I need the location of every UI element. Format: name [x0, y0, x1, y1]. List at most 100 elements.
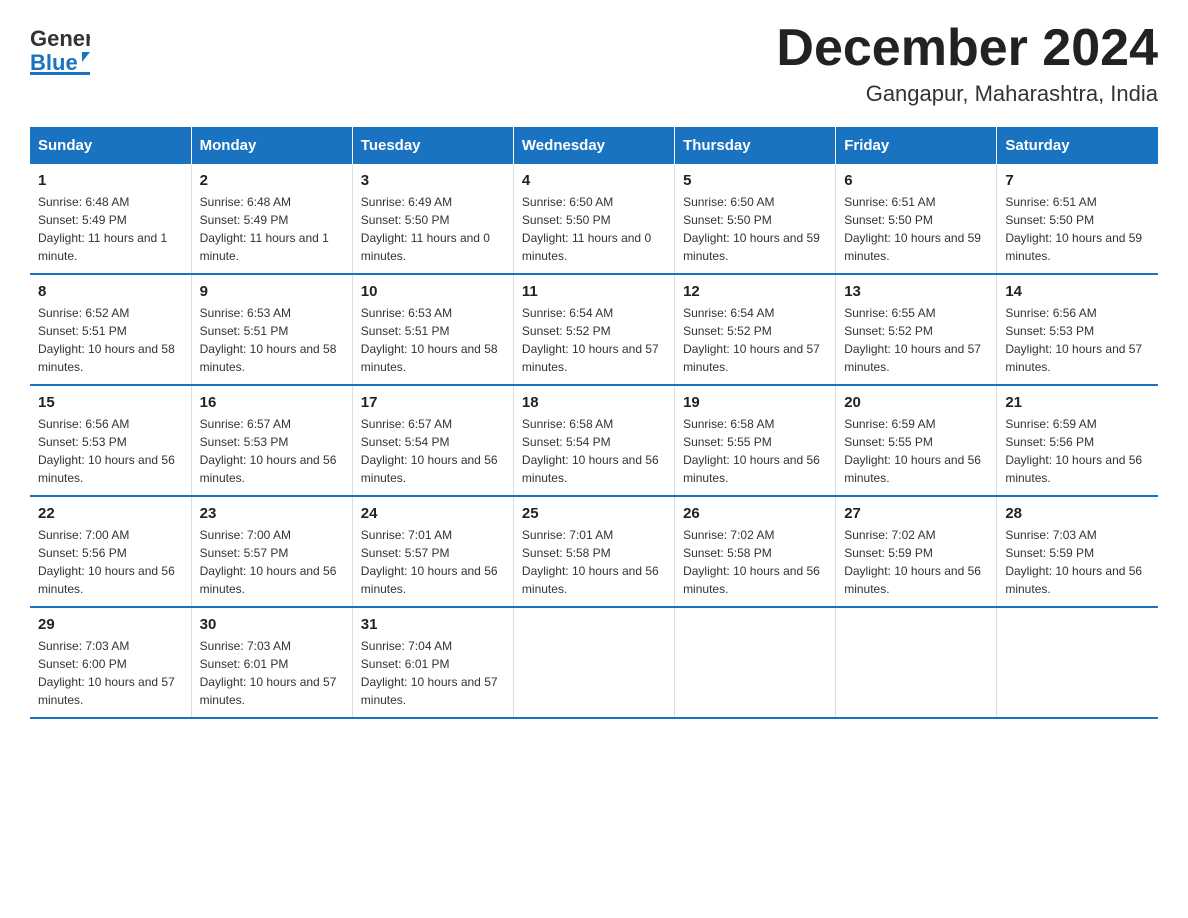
calendar-cell: 5 Sunrise: 6:50 AM Sunset: 5:50 PM Dayli…: [675, 164, 836, 274]
calendar-cell: 12 Sunrise: 6:54 AM Sunset: 5:52 PM Dayl…: [675, 274, 836, 385]
day-info: Sunrise: 6:58 AM Sunset: 5:54 PM Dayligh…: [522, 415, 666, 487]
day-number: 1: [38, 172, 183, 189]
day-info: Sunrise: 7:03 AM Sunset: 5:59 PM Dayligh…: [1005, 526, 1150, 598]
calendar-cell: 18 Sunrise: 6:58 AM Sunset: 5:54 PM Dayl…: [513, 385, 674, 496]
day-number: 6: [844, 172, 988, 189]
day-number: 18: [522, 394, 666, 411]
calendar-cell: 16 Sunrise: 6:57 AM Sunset: 5:53 PM Dayl…: [191, 385, 352, 496]
calendar-cell: 22 Sunrise: 7:00 AM Sunset: 5:56 PM Dayl…: [30, 496, 191, 607]
calendar-cell: 1 Sunrise: 6:48 AM Sunset: 5:49 PM Dayli…: [30, 164, 191, 274]
day-number: 15: [38, 394, 183, 411]
logo: General Blue: [30, 20, 90, 75]
day-info: Sunrise: 7:01 AM Sunset: 5:58 PM Dayligh…: [522, 526, 666, 598]
header-tuesday: Tuesday: [352, 127, 513, 164]
calendar-cell: 27 Sunrise: 7:02 AM Sunset: 5:59 PM Dayl…: [836, 496, 997, 607]
day-number: 20: [844, 394, 988, 411]
day-info: Sunrise: 6:59 AM Sunset: 5:55 PM Dayligh…: [844, 415, 988, 487]
calendar-cell: 8 Sunrise: 6:52 AM Sunset: 5:51 PM Dayli…: [30, 274, 191, 385]
calendar-cell: 19 Sunrise: 6:58 AM Sunset: 5:55 PM Dayl…: [675, 385, 836, 496]
day-number: 21: [1005, 394, 1150, 411]
day-info: Sunrise: 7:02 AM Sunset: 5:58 PM Dayligh…: [683, 526, 827, 598]
day-info: Sunrise: 6:54 AM Sunset: 5:52 PM Dayligh…: [683, 304, 827, 376]
header-sunday: Sunday: [30, 127, 191, 164]
header-thursday: Thursday: [675, 127, 836, 164]
day-info: Sunrise: 6:58 AM Sunset: 5:55 PM Dayligh…: [683, 415, 827, 487]
calendar-cell: 13 Sunrise: 6:55 AM Sunset: 5:52 PM Dayl…: [836, 274, 997, 385]
calendar-cell: 29 Sunrise: 7:03 AM Sunset: 6:00 PM Dayl…: [30, 607, 191, 718]
day-info: Sunrise: 7:01 AM Sunset: 5:57 PM Dayligh…: [361, 526, 505, 598]
calendar-cell: 15 Sunrise: 6:56 AM Sunset: 5:53 PM Dayl…: [30, 385, 191, 496]
header-saturday: Saturday: [997, 127, 1158, 164]
day-info: Sunrise: 6:54 AM Sunset: 5:52 PM Dayligh…: [522, 304, 666, 376]
week-row-1: 1 Sunrise: 6:48 AM Sunset: 5:49 PM Dayli…: [30, 164, 1158, 274]
day-number: 26: [683, 505, 827, 522]
calendar-cell: 10 Sunrise: 6:53 AM Sunset: 5:51 PM Dayl…: [352, 274, 513, 385]
header-friday: Friday: [836, 127, 997, 164]
week-row-2: 8 Sunrise: 6:52 AM Sunset: 5:51 PM Dayli…: [30, 274, 1158, 385]
day-number: 11: [522, 283, 666, 300]
calendar-cell: 2 Sunrise: 6:48 AM Sunset: 5:49 PM Dayli…: [191, 164, 352, 274]
calendar-cell: 11 Sunrise: 6:54 AM Sunset: 5:52 PM Dayl…: [513, 274, 674, 385]
calendar-cell: 31 Sunrise: 7:04 AM Sunset: 6:01 PM Dayl…: [352, 607, 513, 718]
day-number: 16: [200, 394, 344, 411]
day-info: Sunrise: 6:53 AM Sunset: 5:51 PM Dayligh…: [200, 304, 344, 376]
day-info: Sunrise: 6:52 AM Sunset: 5:51 PM Dayligh…: [38, 304, 183, 376]
day-number: 19: [683, 394, 827, 411]
day-number: 5: [683, 172, 827, 189]
calendar-cell: 3 Sunrise: 6:49 AM Sunset: 5:50 PM Dayli…: [352, 164, 513, 274]
day-info: Sunrise: 6:53 AM Sunset: 5:51 PM Dayligh…: [361, 304, 505, 376]
calendar-cell: 6 Sunrise: 6:51 AM Sunset: 5:50 PM Dayli…: [836, 164, 997, 274]
calendar-cell: [675, 607, 836, 718]
day-info: Sunrise: 7:03 AM Sunset: 6:00 PM Dayligh…: [38, 637, 183, 709]
day-info: Sunrise: 6:56 AM Sunset: 5:53 PM Dayligh…: [1005, 304, 1150, 376]
title-block: December 2024 Gangapur, Maharashtra, Ind…: [776, 20, 1158, 107]
day-info: Sunrise: 6:59 AM Sunset: 5:56 PM Dayligh…: [1005, 415, 1150, 487]
day-info: Sunrise: 6:48 AM Sunset: 5:49 PM Dayligh…: [200, 193, 344, 265]
day-number: 30: [200, 616, 344, 633]
day-number: 8: [38, 283, 183, 300]
header-wednesday: Wednesday: [513, 127, 674, 164]
day-info: Sunrise: 6:50 AM Sunset: 5:50 PM Dayligh…: [522, 193, 666, 265]
week-row-3: 15 Sunrise: 6:56 AM Sunset: 5:53 PM Dayl…: [30, 385, 1158, 496]
day-info: Sunrise: 7:00 AM Sunset: 5:57 PM Dayligh…: [200, 526, 344, 598]
calendar-cell: 17 Sunrise: 6:57 AM Sunset: 5:54 PM Dayl…: [352, 385, 513, 496]
calendar-cell: 20 Sunrise: 6:59 AM Sunset: 5:55 PM Dayl…: [836, 385, 997, 496]
calendar-cell: 28 Sunrise: 7:03 AM Sunset: 5:59 PM Dayl…: [997, 496, 1158, 607]
calendar-table: Sunday Monday Tuesday Wednesday Thursday…: [30, 127, 1158, 719]
day-info: Sunrise: 6:49 AM Sunset: 5:50 PM Dayligh…: [361, 193, 505, 265]
day-info: Sunrise: 6:48 AM Sunset: 5:49 PM Dayligh…: [38, 193, 183, 265]
calendar-cell: 9 Sunrise: 6:53 AM Sunset: 5:51 PM Dayli…: [191, 274, 352, 385]
svg-text:Blue: Blue: [30, 50, 78, 75]
day-number: 31: [361, 616, 505, 633]
day-number: 27: [844, 505, 988, 522]
day-number: 12: [683, 283, 827, 300]
calendar-cell: [997, 607, 1158, 718]
calendar-cell: 30 Sunrise: 7:03 AM Sunset: 6:01 PM Dayl…: [191, 607, 352, 718]
calendar-cell: 25 Sunrise: 7:01 AM Sunset: 5:58 PM Dayl…: [513, 496, 674, 607]
day-number: 29: [38, 616, 183, 633]
day-info: Sunrise: 6:55 AM Sunset: 5:52 PM Dayligh…: [844, 304, 988, 376]
logo-icon: General Blue: [30, 20, 90, 75]
calendar-cell: [836, 607, 997, 718]
day-number: 10: [361, 283, 505, 300]
calendar-location: Gangapur, Maharashtra, India: [776, 81, 1158, 107]
day-number: 23: [200, 505, 344, 522]
day-number: 14: [1005, 283, 1150, 300]
calendar-cell: 24 Sunrise: 7:01 AM Sunset: 5:57 PM Dayl…: [352, 496, 513, 607]
day-number: 24: [361, 505, 505, 522]
day-number: 13: [844, 283, 988, 300]
header-monday: Monday: [191, 127, 352, 164]
day-number: 28: [1005, 505, 1150, 522]
day-info: Sunrise: 7:00 AM Sunset: 5:56 PM Dayligh…: [38, 526, 183, 598]
day-info: Sunrise: 7:02 AM Sunset: 5:59 PM Dayligh…: [844, 526, 988, 598]
day-number: 25: [522, 505, 666, 522]
day-info: Sunrise: 6:57 AM Sunset: 5:54 PM Dayligh…: [361, 415, 505, 487]
week-row-4: 22 Sunrise: 7:00 AM Sunset: 5:56 PM Dayl…: [30, 496, 1158, 607]
day-info: Sunrise: 6:56 AM Sunset: 5:53 PM Dayligh…: [38, 415, 183, 487]
day-number: 17: [361, 394, 505, 411]
day-info: Sunrise: 7:04 AM Sunset: 6:01 PM Dayligh…: [361, 637, 505, 709]
day-info: Sunrise: 7:03 AM Sunset: 6:01 PM Dayligh…: [200, 637, 344, 709]
calendar-cell: 21 Sunrise: 6:59 AM Sunset: 5:56 PM Dayl…: [997, 385, 1158, 496]
day-number: 9: [200, 283, 344, 300]
day-number: 22: [38, 505, 183, 522]
